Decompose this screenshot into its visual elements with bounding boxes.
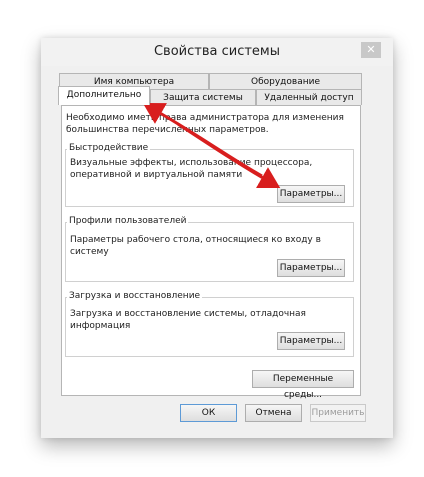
startup-recovery-settings-button[interactable]: Параметры... xyxy=(277,332,345,350)
tab-system-protection[interactable]: Защита системы xyxy=(150,89,256,105)
dialog-title: Свойства системы xyxy=(153,44,280,59)
ok-button[interactable]: ОК xyxy=(180,404,237,422)
close-button[interactable]: ✕ xyxy=(361,42,381,58)
user-profiles-settings-button[interactable]: Параметры... xyxy=(277,259,345,277)
user-profiles-label: Профили пользователей xyxy=(67,216,189,226)
user-profiles-description: Параметры рабочего стола, относящиеся ко… xyxy=(70,235,321,257)
performance-settings-button[interactable]: Параметры... xyxy=(277,185,345,203)
admin-notice: Необходимо иметь права администратора дл… xyxy=(66,113,344,135)
performance-label: Быстродействие xyxy=(67,143,151,153)
title-bar: Свойства системы ✕ xyxy=(41,38,393,66)
environment-variables-button[interactable]: Переменные среды... xyxy=(252,370,354,400)
cancel-button[interactable]: Отмена xyxy=(245,404,302,422)
tab-remote-access[interactable]: Удаленный доступ xyxy=(256,89,362,105)
performance-description: Визуальные эффекты, использование процес… xyxy=(70,158,313,180)
tab-hardware[interactable]: Оборудование xyxy=(209,73,362,89)
startup-recovery-label: Загрузка и восстановление xyxy=(67,291,203,301)
tab-advanced[interactable]: Дополнительно xyxy=(58,86,150,105)
apply-button[interactable]: Применить xyxy=(310,404,366,422)
startup-recovery-description: Загрузка и восстановление системы, отлад… xyxy=(70,309,306,331)
